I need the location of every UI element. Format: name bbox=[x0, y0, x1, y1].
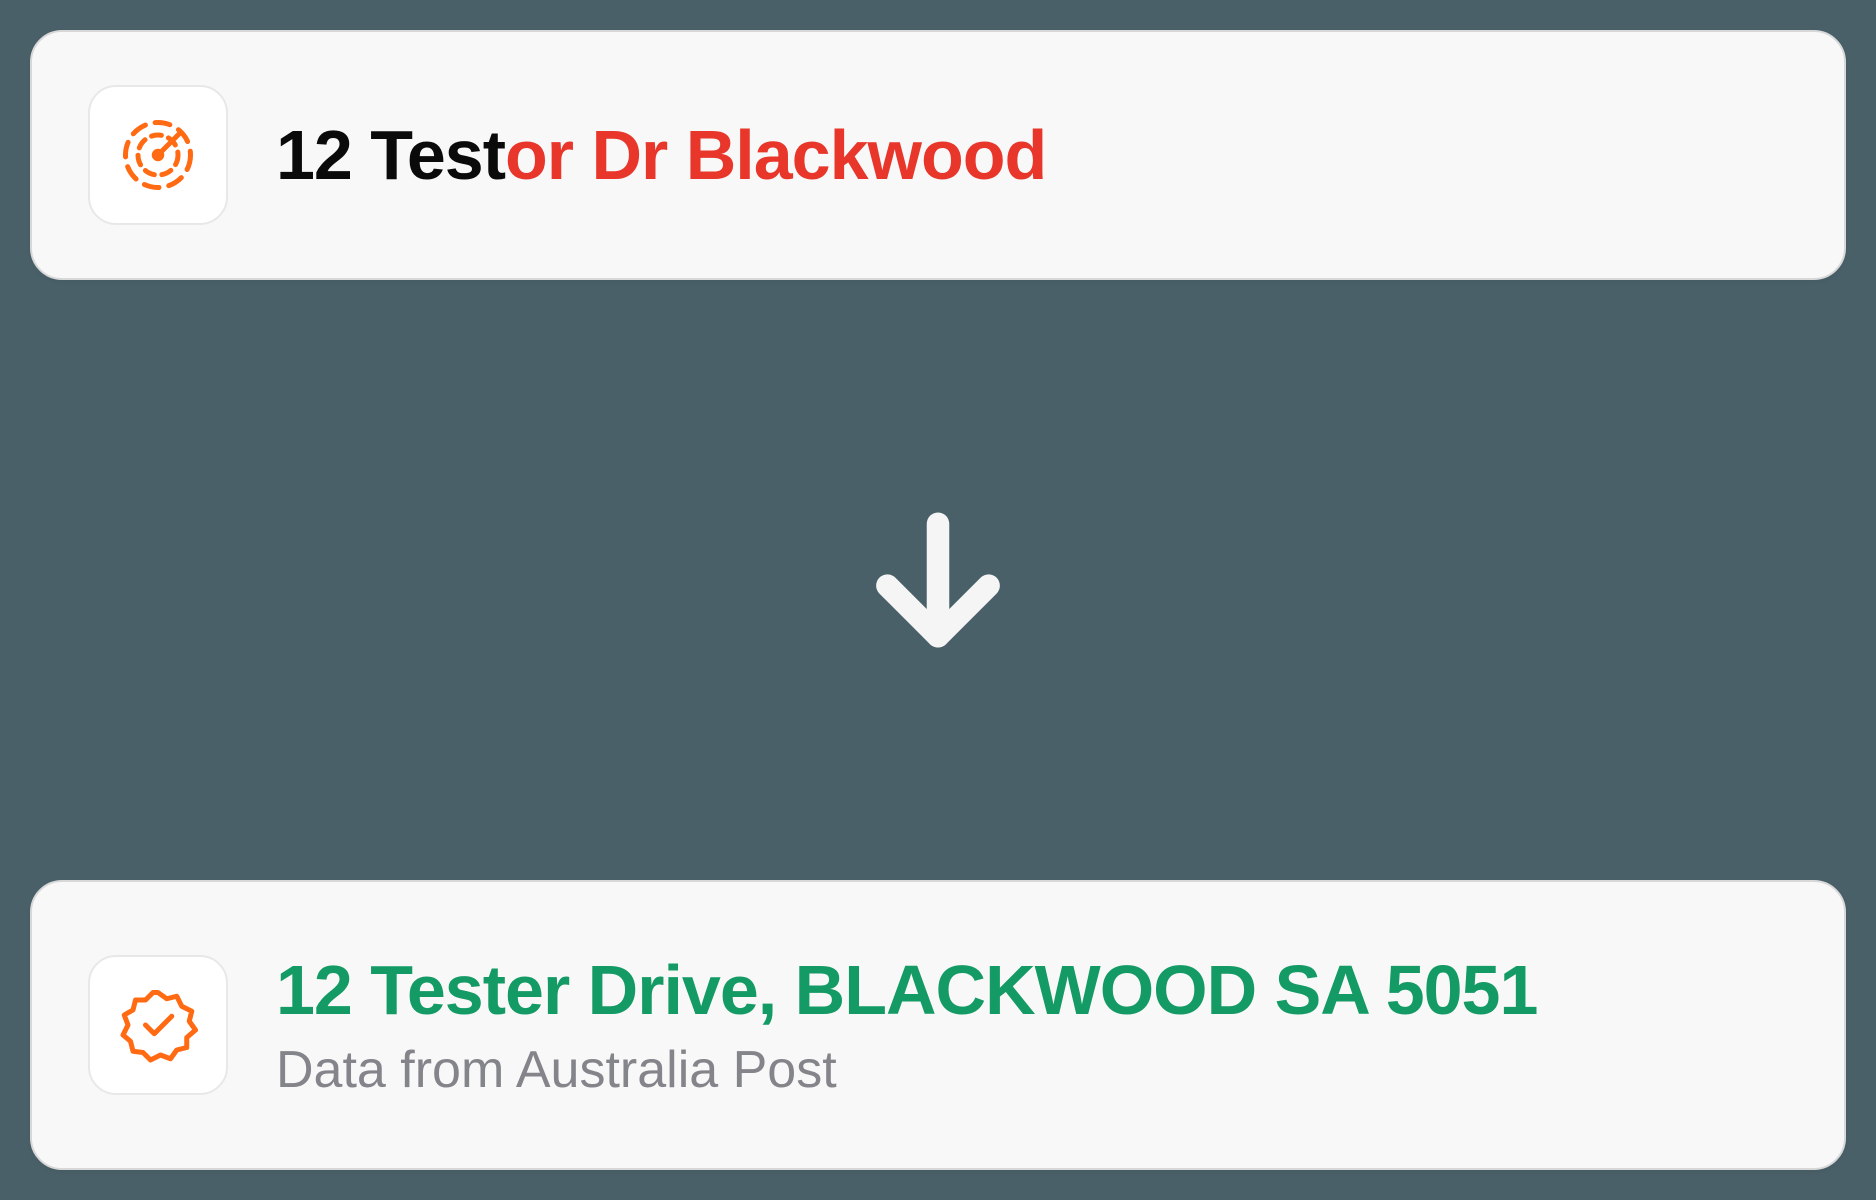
input-address-card: 12 Testor Dr Blackwood bbox=[30, 30, 1846, 280]
input-address-line: 12 Testor Dr Blackwood bbox=[276, 115, 1046, 195]
verified-icon-box bbox=[88, 955, 228, 1095]
input-address-unmatched: or Dr Blackwood bbox=[505, 116, 1046, 194]
radar-icon-box bbox=[88, 85, 228, 225]
output-source-text: Data from Australia Post bbox=[276, 1040, 1537, 1100]
radar-icon bbox=[118, 115, 198, 195]
input-address-text: 12 Testor Dr Blackwood bbox=[276, 115, 1046, 195]
arrow-down-icon bbox=[848, 490, 1028, 670]
arrow-container bbox=[30, 490, 1846, 670]
output-address-line: 12 Tester Drive, BLACKWOOD SA 5051 bbox=[276, 950, 1537, 1030]
verified-badge-icon bbox=[118, 985, 198, 1065]
output-address-card: 12 Tester Drive, BLACKWOOD SA 5051 Data … bbox=[30, 880, 1846, 1170]
output-address-text: 12 Tester Drive, BLACKWOOD SA 5051 Data … bbox=[276, 950, 1537, 1100]
input-address-matched: 12 Test bbox=[276, 116, 505, 194]
